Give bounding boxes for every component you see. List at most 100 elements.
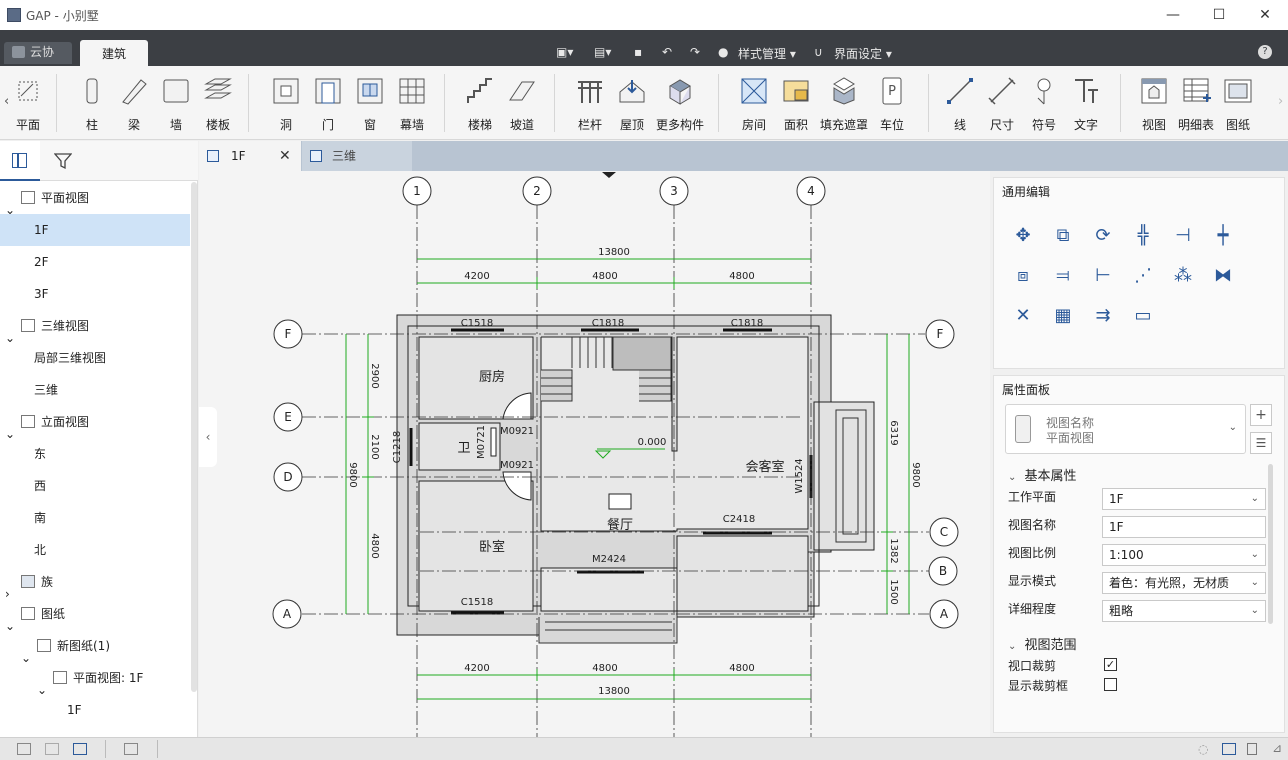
tool-schedule[interactable]: 明细表 [1176, 66, 1216, 140]
extend-icon[interactable]: ┿ [1209, 222, 1237, 250]
tree-scrollbar[interactable] [191, 182, 197, 692]
pick-icon[interactable]: ⇉ [1089, 302, 1117, 330]
array-3d-icon[interactable]: ▦ [1049, 302, 1077, 330]
visual-style-icon[interactable] [1247, 743, 1257, 755]
tool-symbol[interactable]: 符号 [1026, 66, 1062, 140]
prop-detail-level-select[interactable]: 粗略 ⌄ [1102, 600, 1266, 622]
tree-node-new-sheet[interactable]: ⌄ 新图纸(1) [0, 630, 190, 665]
ribbon-scroll-left-icon[interactable]: ‹ [4, 94, 9, 109]
add-type-button[interactable]: + [1250, 404, 1272, 426]
help-icon[interactable]: ? [1258, 45, 1272, 59]
tool-railing[interactable]: 栏杆 [572, 66, 608, 140]
move-icon[interactable]: ✥ [1009, 222, 1037, 250]
layout-single-icon[interactable] [17, 743, 31, 755]
tool-wall[interactable]: 墙 [158, 66, 194, 140]
prop-work-plane-select[interactable]: 1F ⌄ [1102, 488, 1266, 510]
tool-plane[interactable]: 平面 [10, 66, 46, 140]
tool-column[interactable]: 柱 [74, 66, 110, 140]
tree-node-sheet-1f[interactable]: 1F [0, 694, 190, 726]
view-cube-icon[interactable] [1222, 743, 1236, 755]
tree-node-3d-views[interactable]: ⌄ 三维视图 [0, 310, 190, 345]
tool-window[interactable]: 窗 [352, 66, 388, 140]
measure-icon[interactable]: ▭ [1129, 302, 1157, 330]
viewport-crop-checkbox[interactable]: ✓ [1104, 658, 1117, 671]
view-type-selector[interactable]: 视图名称 平面视图 ⌄ [1005, 404, 1246, 454]
copy-icon[interactable]: ⧉ [1049, 222, 1077, 250]
new-file-icon[interactable]: ▣▾ [556, 45, 573, 59]
tab-architecture[interactable]: 建筑 [80, 40, 148, 66]
lightbulb-icon[interactable]: ◌ [1198, 742, 1208, 756]
tool-text[interactable]: 文字 [1068, 66, 1104, 140]
tree-node-west[interactable]: 西 [0, 470, 190, 502]
tree-node-north[interactable]: 北 [0, 534, 190, 566]
ribbon-scroll-right-icon[interactable]: › [1278, 94, 1283, 109]
open-file-icon[interactable]: ▤▾ [594, 45, 611, 59]
view-range-header[interactable]: ⌄ 视图范围 [1008, 634, 1077, 653]
prop-view-scale-select[interactable]: 1:100 ⌄ [1102, 544, 1266, 566]
tree-node-south[interactable]: 南 [0, 502, 190, 534]
doc-tab-3d[interactable]: 三维 [302, 141, 412, 171]
delete-icon[interactable]: ✕ [1009, 302, 1037, 330]
tree-node-sheets[interactable]: ⌄ 图纸 [0, 598, 190, 633]
style-manage-menu[interactable]: 样式管理 ▾ [738, 45, 796, 62]
tree-node-3d[interactable]: 三维 [0, 374, 190, 406]
mirror-icon[interactable]: ⧓ [1209, 262, 1237, 290]
tool-view[interactable]: 视图 [1136, 66, 1172, 140]
tab-filter[interactable] [44, 141, 84, 181]
tool-more-components[interactable]: 更多构件 [656, 66, 704, 140]
prop-display-mode-select[interactable]: 着色：有光照，无材质 ⌄ [1102, 572, 1266, 594]
tree-node-3f[interactable]: 3F [0, 278, 190, 310]
array-radial-icon[interactable]: ⁂ [1169, 262, 1197, 290]
doc-tab-1f[interactable]: 1F ✕ [199, 141, 301, 171]
crop-icon[interactable]: ⊿ [1272, 741, 1282, 755]
tree-node-east[interactable]: 东 [0, 438, 190, 470]
type-settings-icon[interactable]: ☰ [1250, 432, 1272, 454]
layout-grid-icon[interactable] [73, 743, 87, 755]
undo-icon[interactable]: ↶ [662, 45, 672, 59]
tool-fill-mask[interactable]: 填充遮罩 [820, 66, 868, 140]
close-tab-icon[interactable]: ✕ [279, 141, 291, 171]
tool-stair[interactable]: 楼梯 [462, 66, 498, 140]
tool-area[interactable]: 面积 [778, 66, 814, 140]
tree-node-sheet-plan[interactable]: ⌄ 平面视图: 1F [0, 662, 190, 697]
offset-icon[interactable]: ⧈ [1009, 262, 1037, 290]
rotate-icon[interactable]: ⟳ [1089, 222, 1117, 250]
split-icon[interactable]: ⊣ [1169, 222, 1197, 250]
tool-slab[interactable]: 楼板 [200, 66, 236, 140]
ui-settings-menu[interactable]: 界面设定 ▾ [834, 45, 892, 62]
basic-props-header[interactable]: ⌄ 基本属性 [1008, 465, 1077, 484]
tab-project-tree[interactable] [0, 141, 40, 181]
tool-roof[interactable]: 屋顶 [614, 66, 650, 140]
redo-icon[interactable]: ↷ [690, 45, 700, 59]
prop-view-name-input[interactable]: 1F [1102, 516, 1266, 538]
tool-opening[interactable]: 洞 [268, 66, 304, 140]
tool-dimension[interactable]: 尺寸 [984, 66, 1020, 140]
tree-node-elevations[interactable]: ⌄ 立面视图 [0, 406, 190, 441]
tool-beam[interactable]: 梁 [116, 66, 152, 140]
table-icon[interactable] [124, 743, 138, 755]
tool-ramp[interactable]: 坡道 [504, 66, 540, 140]
close-button[interactable]: ✕ [1242, 0, 1288, 30]
tool-curtain-wall[interactable]: 幕墙 [394, 66, 430, 140]
array-linear-icon[interactable]: ⋰ [1129, 262, 1157, 290]
align-icon[interactable]: ⫤ [1049, 262, 1077, 290]
tool-line[interactable]: 线 [942, 66, 978, 140]
tool-room[interactable]: 房间 [736, 66, 772, 140]
tree-node-families[interactable]: › 族 [0, 566, 190, 601]
trim-extend-icon[interactable]: ⊢ [1089, 262, 1117, 290]
properties-scrollbar[interactable] [1268, 464, 1273, 624]
tool-parking[interactable]: P 车位 [874, 66, 910, 140]
tool-drawing[interactable]: 图纸 [1220, 66, 1256, 140]
tab-cloud[interactable]: 云协同 [4, 42, 72, 79]
show-crop-box-checkbox[interactable] [1104, 678, 1117, 691]
minimize-button[interactable]: — [1150, 0, 1196, 30]
trim-icon[interactable]: ╬ [1129, 222, 1157, 250]
save-icon[interactable]: ▪ [634, 45, 642, 59]
layout-split-icon[interactable] [45, 743, 59, 755]
tree-node-local-3d[interactable]: 局部三维视图 [0, 342, 190, 374]
tool-door[interactable]: 门 [310, 66, 346, 140]
tree-node-2f[interactable]: 2F [0, 246, 190, 278]
tree-node-plan-views[interactable]: ⌄ 平面视图 [0, 182, 190, 217]
tree-node-1f[interactable]: 1F [0, 214, 190, 246]
maximize-button[interactable]: ☐ [1196, 0, 1242, 30]
